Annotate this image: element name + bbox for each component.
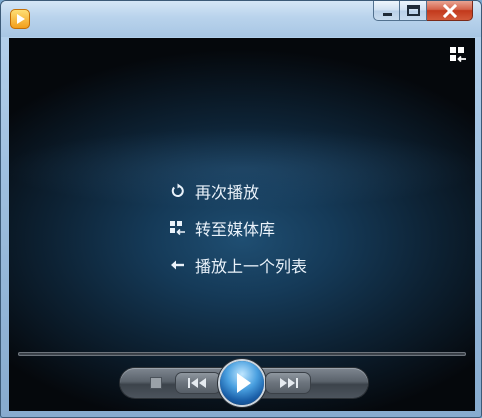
minimize-button[interactable] — [373, 1, 400, 21]
maximize-icon — [407, 5, 420, 16]
menu-item-replay[interactable]: 再次播放 — [169, 172, 307, 209]
replay-icon — [169, 182, 187, 200]
next-button[interactable] — [266, 373, 310, 393]
menu-item-go-to-library[interactable]: 转至媒体库 — [169, 209, 307, 246]
play-button[interactable] — [220, 361, 264, 405]
stop-icon[interactable] — [150, 377, 162, 389]
video-area[interactable]: 再次播放 转至媒体库 播放上一个列表 — [9, 38, 475, 411]
previous-icon — [188, 378, 206, 388]
library-switch-icon — [169, 219, 187, 237]
minimize-icon — [383, 13, 392, 16]
app-icon[interactable] — [10, 9, 30, 29]
menu-item-label: 播放上一个列表 — [195, 256, 308, 276]
back-arrow-icon — [169, 256, 187, 274]
menu-item-previous-list[interactable]: 播放上一个列表 — [169, 246, 307, 283]
window-controls — [373, 1, 473, 23]
switch-to-library-icon[interactable] — [449, 46, 467, 64]
close-button[interactable] — [427, 1, 473, 21]
player-window: 再次播放 转至媒体库 播放上一个列表 — [0, 0, 482, 418]
close-icon — [442, 3, 458, 19]
transport-controls — [120, 361, 368, 405]
menu-item-label: 转至媒体库 — [195, 219, 276, 239]
menu-item-label: 再次播放 — [195, 182, 260, 202]
seek-bar[interactable] — [18, 352, 466, 356]
next-icon — [280, 378, 298, 388]
end-of-playback-menu: 再次播放 转至媒体库 播放上一个列表 — [169, 172, 307, 283]
maximize-button[interactable] — [400, 1, 427, 21]
title-bar[interactable] — [1, 1, 481, 37]
previous-button[interactable] — [176, 373, 220, 393]
play-icon — [237, 373, 251, 393]
